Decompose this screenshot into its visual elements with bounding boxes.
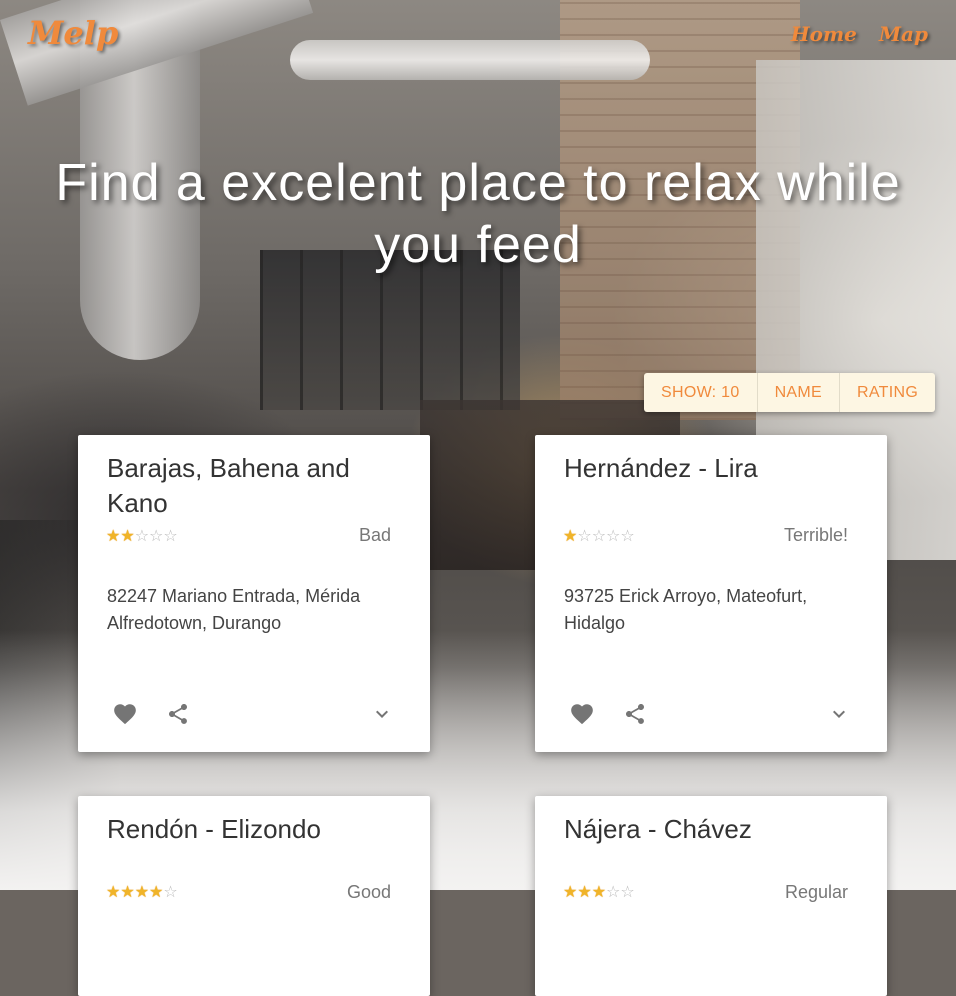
restaurant-name: Hernández - Lira <box>564 453 758 483</box>
star-empty-icon: ☆ <box>577 526 592 545</box>
logo[interactable]: Melp <box>28 14 118 52</box>
rating-label: Regular <box>784 882 848 902</box>
star-filled-icon: ★ <box>120 526 135 545</box>
star-filled-icon: ★ <box>149 882 164 901</box>
star-filled-icon: ★ <box>591 882 607 901</box>
star-empty-icon: ☆ <box>606 882 621 901</box>
restaurant-card: Barajas, Bahena and Kano ★★☆☆☆ Bad 82247… <box>78 435 430 752</box>
star-filled-icon: ★ <box>563 526 578 545</box>
main-nav: Home Map <box>791 22 928 46</box>
star-empty-icon: ☆ <box>591 526 607 545</box>
filter-toolbar: SHOW: 10 NAME RATING <box>644 373 936 412</box>
restaurant-name: Rendón - Elizondo <box>107 814 321 844</box>
rating-label: Bad <box>358 525 391 545</box>
star-filled-icon: ★ <box>106 882 121 901</box>
restaurant-name: Barajas, Bahena and Kano <box>107 453 350 518</box>
restaurant-card: Hernández - Lira ★☆☆☆☆ Terrible! 93725 E… <box>535 435 887 752</box>
show-count-button[interactable]: SHOW: 10 <box>644 373 757 412</box>
share-icon[interactable] <box>623 701 647 727</box>
star-rating: ★★★☆☆ <box>563 882 635 901</box>
hero-title: Find a excelent place to relax while you… <box>55 154 901 274</box>
star-filled-icon: ★ <box>120 882 135 901</box>
star-filled-icon: ★ <box>577 882 592 901</box>
star-empty-icon: ☆ <box>163 526 178 545</box>
star-empty-icon: ☆ <box>620 882 635 901</box>
star-empty-icon: ☆ <box>620 526 635 545</box>
rating-label: Good <box>346 882 391 902</box>
star-empty-icon: ☆ <box>149 526 164 545</box>
star-filled-icon: ★ <box>106 526 121 545</box>
restaurant-address: 93725 Erick Arroyo, Mateofurt, Hidalgo <box>564 586 808 633</box>
nav-map-link[interactable]: Map <box>879 22 928 46</box>
nav-home-link[interactable]: Home <box>791 22 857 46</box>
restaurant-address: 82247 Mariano Entrada, Mérida Alfredotow… <box>107 586 361 633</box>
star-empty-icon: ☆ <box>134 526 150 545</box>
sort-name-button[interactable]: NAME <box>756 373 839 412</box>
star-filled-icon: ★ <box>563 882 578 901</box>
heart-icon[interactable] <box>112 701 138 727</box>
chevron-down-icon[interactable] <box>370 701 394 727</box>
heart-icon[interactable] <box>569 701 595 727</box>
star-empty-icon: ☆ <box>606 526 621 545</box>
restaurant-card: Rendón - Elizondo ★★★★☆ Good <box>78 796 430 996</box>
star-rating: ★★★★☆ <box>106 882 178 901</box>
sort-rating-button[interactable]: RATING <box>839 373 935 412</box>
card-actions <box>567 701 857 731</box>
restaurant-card: Nájera - Chávez ★★★☆☆ Regular <box>535 796 887 996</box>
rating-label: Terrible! <box>783 525 848 545</box>
star-filled-icon: ★ <box>134 882 150 901</box>
star-rating: ★★☆☆☆ <box>106 526 178 545</box>
star-rating: ★☆☆☆☆ <box>563 526 635 545</box>
star-empty-icon: ☆ <box>163 882 178 901</box>
card-actions <box>110 701 400 731</box>
share-icon[interactable] <box>166 701 190 727</box>
chevron-down-icon[interactable] <box>827 701 851 727</box>
restaurant-name: Nájera - Chávez <box>564 814 752 844</box>
